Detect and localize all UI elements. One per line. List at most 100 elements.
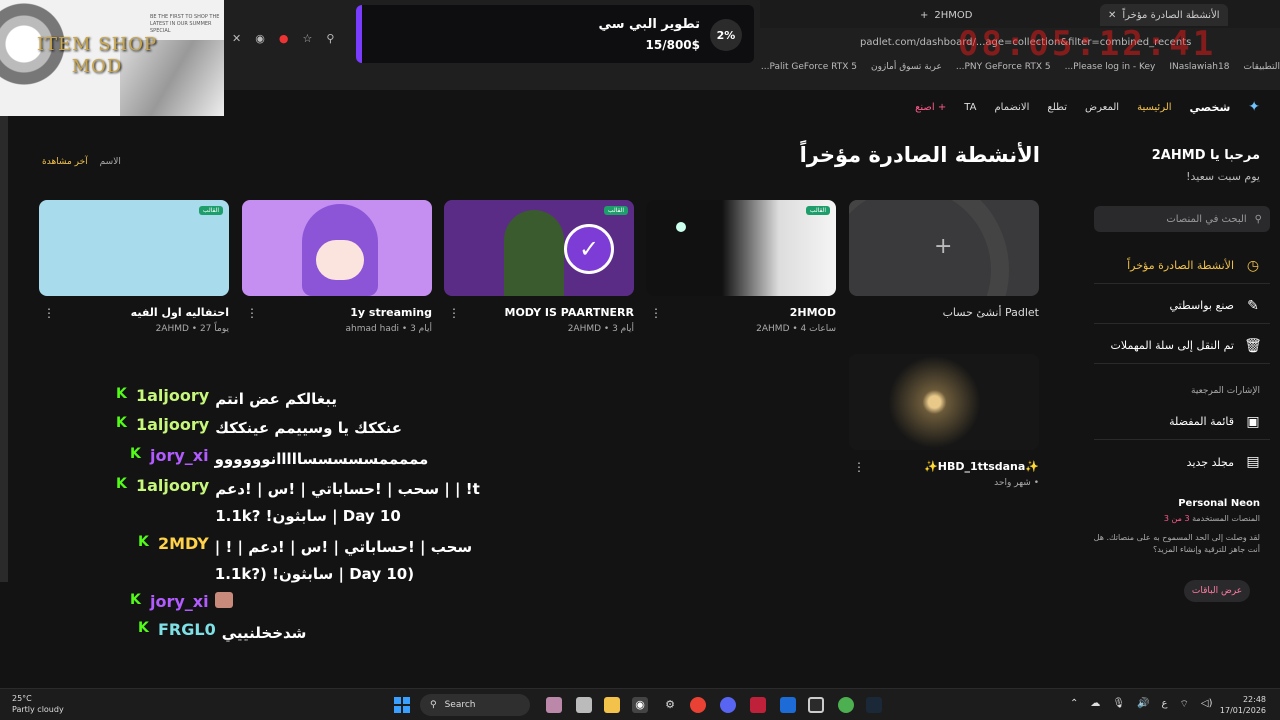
- nav-home[interactable]: الرئيسية: [1137, 102, 1171, 113]
- close-icon[interactable]: +: [920, 10, 928, 21]
- card-meta: ahmad hadi • 3 أيام: [345, 324, 432, 334]
- card-hbd[interactable]: ✨HBD_1ttsdana✨ شهر واحد • ⋮: [849, 354, 1039, 488]
- chevron-up-icon[interactable]: ⌃: [1070, 698, 1078, 711]
- language-icon[interactable]: ع: [1162, 698, 1168, 711]
- settings-icon[interactable]: ⚙: [662, 697, 678, 713]
- more-icon[interactable]: ⋮: [650, 306, 662, 320]
- chat-message: K 2MDY سحب | !حساباتي | !س | !دعم | ! | …: [138, 534, 558, 588]
- tab-padlet[interactable]: ✕ الأنشطة الصادرة مؤخراً: [1100, 4, 1228, 26]
- card-meta: 2AHMD • 3 أيام: [567, 324, 634, 334]
- tools-icon: ✎: [1247, 297, 1259, 314]
- mute-icon[interactable]: ✕: [232, 32, 241, 45]
- plus-icon: +: [934, 234, 953, 259]
- mic-icon[interactable]: 🎙: [1112, 698, 1125, 711]
- more-icon[interactable]: ⋮: [43, 306, 55, 320]
- windows-start-icon[interactable]: [394, 697, 410, 713]
- bookmark-item[interactable]: عربة تسوق أمازون: [871, 62, 942, 72]
- sidebar: مرحبا يا 2AHMD يوم سبت سعيد! ⚲ البحث في …: [1080, 140, 1270, 620]
- more-icon[interactable]: ⋮: [246, 306, 258, 320]
- kick-icon: K: [138, 620, 149, 636]
- bookmark-item[interactable]: التطبيقات: [1243, 62, 1280, 72]
- sidebar-item-favorites[interactable]: ▣ قائمة المفضلة: [1094, 404, 1270, 440]
- record-icon[interactable]: ●: [279, 32, 289, 45]
- chat-message: K jory_xi: [130, 592, 233, 611]
- chat-username: jory_xi: [150, 446, 209, 465]
- page-title: الأنشطة الصادرة مؤخراً: [799, 143, 1040, 167]
- bookmark-item[interactable]: Palit GeForce RTX 5...: [761, 62, 857, 72]
- nav-join[interactable]: الانضمام: [994, 102, 1029, 113]
- weather-widget[interactable]: 25°C Partly cloudy: [12, 693, 64, 715]
- card-2hmod[interactable]: القالب 2HMOD 2AHMD • 4 ساعات ⋮: [646, 200, 836, 334]
- chat-username: FRGL0: [158, 620, 216, 639]
- roblox-icon[interactable]: [780, 697, 796, 713]
- speaker-icon[interactable]: ◁): [1201, 698, 1213, 711]
- sidebar-search-input[interactable]: ⚲ البحث في المنصات: [1094, 206, 1270, 232]
- card-title: احتفاليه اول الفيه: [130, 306, 229, 319]
- sidebar-item-new-folder[interactable]: ▤ مجلد جديد: [1094, 444, 1270, 480]
- nav-gallery[interactable]: المعرض: [1085, 102, 1119, 113]
- card-thumb: [242, 200, 432, 296]
- nav-ta[interactable]: TA: [964, 102, 976, 113]
- sort-recent[interactable]: آخر مشاهدة: [42, 157, 88, 167]
- file-explorer-icon[interactable]: [604, 697, 620, 713]
- close-icon[interactable]: ✕: [1108, 10, 1116, 21]
- template-badge: القالب: [805, 206, 830, 215]
- extension-icon[interactable]: ◉: [255, 32, 265, 45]
- card-create-account[interactable]: + أنشئ حساب Padlet: [849, 200, 1039, 319]
- taskbar-search[interactable]: ⚲ Search: [420, 694, 530, 716]
- tulip-icon[interactable]: [546, 697, 562, 713]
- star-icon[interactable]: ☆: [302, 32, 312, 45]
- more-icon[interactable]: ⋮: [853, 460, 865, 474]
- bookmark-item[interactable]: Please log in - Key...: [1065, 62, 1156, 72]
- nav-create[interactable]: + اصنع: [915, 102, 946, 113]
- chat-message: K 1aljoory سحب | !حساباتي | !س | !دعم | …: [116, 476, 556, 530]
- kick-icon: K: [116, 386, 127, 402]
- app-icon[interactable]: [808, 697, 824, 713]
- nav-learn[interactable]: تطلع: [1047, 102, 1067, 113]
- card-mody[interactable]: ✓ القالب MODY IS PAARTNERR 2AHMD • 3 أيا…: [444, 200, 634, 334]
- wifi-icon[interactable]: ⌔: [1180, 698, 1189, 711]
- card-thumb: القالب: [646, 200, 836, 296]
- chrome-icon[interactable]: [690, 697, 706, 713]
- card-1y-streaming[interactable]: 1y streaming ahmad hadi • 3 أيام ⋮: [242, 200, 432, 334]
- card-thumb: ✓ القالب: [444, 200, 634, 296]
- volume-icon[interactable]: 🔊: [1137, 698, 1149, 711]
- padlet-nav: ✦ شخصي الرئيسية المعرض تطلع الانضمام TA …: [820, 96, 1260, 118]
- card-title: 2HMOD: [789, 306, 836, 319]
- goal-title: تطوير البي سي: [598, 17, 700, 32]
- sort-name[interactable]: الاسم: [100, 157, 121, 167]
- taskbar: 25°C Partly cloudy ⚲ Search ◉ ⚙ ⌃ ☁ 🎙 🔊 …: [0, 688, 1280, 720]
- bookmark-item[interactable]: PNY GeForce RTX 5...: [956, 62, 1051, 72]
- bookmark-item[interactable]: INaslawiah18: [1169, 62, 1229, 72]
- padlet-logo-icon[interactable]: ✦: [1248, 99, 1260, 115]
- scrollbar[interactable]: [0, 116, 8, 582]
- shop-title: ITEM SHOP MOD: [36, 34, 158, 77]
- view-plans-button[interactable]: عرض الباقات: [1184, 580, 1250, 602]
- kick-icon: K: [130, 592, 141, 608]
- card-meta: شهر واحد •: [994, 478, 1039, 488]
- zoom-icon[interactable]: ⚲: [326, 32, 334, 45]
- sidebar-item-made-by-me[interactable]: ✎ صنع بواسطتي: [1094, 288, 1270, 324]
- steam-icon[interactable]: [866, 697, 882, 713]
- discord-icon[interactable]: [720, 697, 736, 713]
- clock[interactable]: 22:48 17/01/2026: [1220, 694, 1266, 716]
- plan-usage: المنصات المستخدمة 3 من 3: [1163, 514, 1260, 523]
- card-celebration[interactable]: القالب احتفاليه اول الفيه 2AHMD • 27 يوم…: [39, 200, 229, 334]
- nav-mine[interactable]: شخصي: [1190, 101, 1231, 114]
- more-icon[interactable]: ⋮: [448, 306, 460, 320]
- card-title: MODY IS PAARTNERR: [504, 306, 635, 319]
- chat-text: سحب | !حساباتي | !س | !دعم | ! | 1.1k?) …: [214, 538, 473, 583]
- app-icon[interactable]: [750, 697, 766, 713]
- cloud-icon[interactable]: ☁: [1090, 698, 1100, 711]
- task-view-icon[interactable]: [576, 697, 592, 713]
- chrome-icon[interactable]: [838, 697, 854, 713]
- sidebar-item-trash[interactable]: 🗑 تم النقل إلى سلة المهملات: [1094, 328, 1270, 364]
- sidebar-item-recents[interactable]: ◷ الأنشطة الصادرة مؤخراً: [1094, 248, 1270, 284]
- tab-2hmod[interactable]: + 2HMOD: [920, 4, 972, 26]
- chat-message: K 1aljoory عنككك يا وسييمم عينككك: [116, 415, 402, 442]
- bookmarks-bar: التطبيقات INaslawiah18 Please log in - K…: [720, 58, 1280, 76]
- chat-message: K FRGL0 شدخخلنييي: [138, 620, 306, 647]
- trash-icon: 🗑: [1244, 337, 1262, 354]
- clock-icon: ◷: [1246, 257, 1260, 274]
- github-icon[interactable]: ◉: [632, 697, 648, 713]
